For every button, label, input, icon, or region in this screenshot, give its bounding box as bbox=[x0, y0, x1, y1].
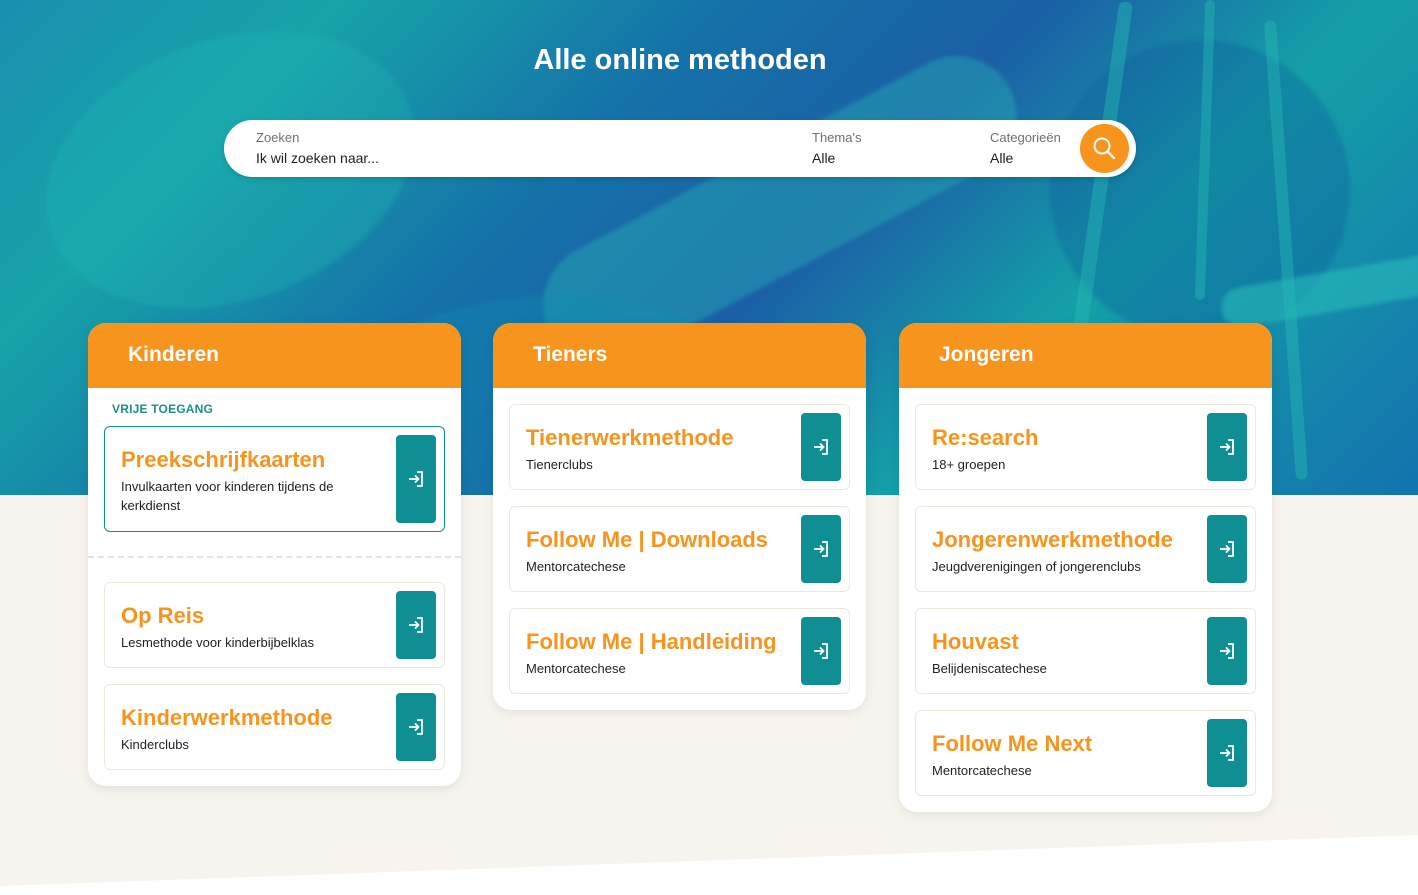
open-button[interactable] bbox=[1207, 719, 1247, 787]
card-title: Preekschrijfkaarten bbox=[121, 447, 326, 472]
card-title: Re:search bbox=[932, 425, 1039, 450]
column-header: Tieners bbox=[493, 323, 866, 388]
open-button[interactable] bbox=[396, 591, 436, 659]
card-subtitle: Jeugdverenigingen of jongerenclubs bbox=[932, 559, 1141, 574]
login-icon bbox=[409, 471, 423, 487]
category-select[interactable]: Categorieën Alle bbox=[990, 130, 1090, 166]
column-title: Kinderen bbox=[128, 343, 220, 366]
theme-value[interactable]: Alle bbox=[812, 150, 962, 166]
column-kinderen: Kinderen VRIJE TOEGANG Preekschrijfkaart… bbox=[88, 323, 461, 786]
login-icon bbox=[1220, 745, 1234, 761]
login-icon bbox=[814, 541, 828, 557]
card-subtitle: Mentorcatechese bbox=[526, 661, 626, 676]
search-input[interactable]: Ik wil zoeken naar... bbox=[256, 150, 776, 166]
login-icon bbox=[409, 617, 423, 633]
card-title: Follow Me | Downloads bbox=[526, 527, 769, 552]
open-button[interactable] bbox=[801, 617, 841, 685]
method-card-research[interactable]: Re:search 18+ groepen bbox=[915, 404, 1256, 490]
login-icon bbox=[1220, 439, 1234, 455]
card-title: Houvast bbox=[932, 629, 1019, 654]
search-label: Zoeken bbox=[256, 130, 300, 145]
method-card-preekschrijfkaarten[interactable]: Preekschrijfkaarten Invulkaarten voor ki… bbox=[104, 426, 445, 532]
theme-label: Thema's bbox=[812, 130, 862, 145]
card-subtitle: Invulkaarten voor kinderen tijdens de ke… bbox=[121, 479, 334, 513]
category-label: Categorieën bbox=[990, 130, 1061, 145]
column-jongeren: Jongeren Re:search 18+ groepen Jongerenw… bbox=[899, 323, 1272, 812]
card-subtitle: Lesmethode voor kinderbijbelklas bbox=[121, 635, 314, 650]
card-title: Op Reis bbox=[121, 603, 205, 628]
column-title: Tieners bbox=[533, 343, 608, 366]
method-card-follow-me-handleiding[interactable]: Follow Me | Handleiding Mentorcatechese bbox=[509, 608, 850, 694]
search-button[interactable] bbox=[1080, 124, 1129, 173]
column-title: Jongeren bbox=[939, 343, 1034, 366]
divider bbox=[88, 556, 461, 558]
free-access-label: VRIJE TOEGANG bbox=[112, 402, 214, 416]
open-button[interactable] bbox=[1207, 515, 1247, 583]
card-title: Follow Me | Handleiding bbox=[526, 629, 777, 654]
search-bar: Zoeken Ik wil zoeken naar... Thema's All… bbox=[224, 120, 1136, 177]
open-button[interactable] bbox=[801, 515, 841, 583]
method-card-follow-me-downloads[interactable]: Follow Me | Downloads Mentorcatechese bbox=[509, 506, 850, 592]
method-card-jongerenwerkmethode[interactable]: Jongerenwerkmethode Jeugdverenigingen of… bbox=[915, 506, 1256, 592]
card-title: Tienerwerkmethode bbox=[526, 425, 734, 450]
search-field[interactable]: Zoeken Ik wil zoeken naar... bbox=[256, 130, 776, 166]
card-subtitle: Belijdeniscatechese bbox=[932, 661, 1047, 676]
card-subtitle: Tienerclubs bbox=[526, 457, 593, 472]
method-card-houvast[interactable]: Houvast Belijdeniscatechese bbox=[915, 608, 1256, 694]
column-tieners: Tieners Tienerwerkmethode Tienerclubs Fo… bbox=[493, 323, 866, 710]
open-button[interactable] bbox=[1207, 413, 1247, 481]
open-button[interactable] bbox=[396, 693, 436, 761]
login-icon bbox=[814, 439, 828, 455]
method-card-kinderwerkmethode[interactable]: Kinderwerkmethode Kinderclubs bbox=[104, 684, 445, 770]
login-icon bbox=[1220, 643, 1234, 659]
method-card-op-reis[interactable]: Op Reis Lesmethode voor kinderbijbelklas bbox=[104, 582, 445, 668]
bottom-wave bbox=[0, 835, 1418, 895]
card-title: Kinderwerkmethode bbox=[121, 705, 333, 730]
login-icon bbox=[409, 719, 423, 735]
card-title: Follow Me Next bbox=[932, 731, 1093, 756]
column-header: Kinderen bbox=[88, 323, 461, 388]
method-card-follow-me-next[interactable]: Follow Me Next Mentorcatechese bbox=[915, 710, 1256, 796]
login-icon bbox=[1220, 541, 1234, 557]
page-title: Alle online methoden bbox=[533, 44, 827, 76]
open-button[interactable] bbox=[396, 435, 436, 523]
card-title: Jongerenwerkmethode bbox=[932, 527, 1173, 552]
theme-select[interactable]: Thema's Alle bbox=[812, 130, 962, 166]
card-subtitle: Mentorcatechese bbox=[932, 763, 1032, 778]
card-subtitle: 18+ groepen bbox=[932, 457, 1006, 472]
column-header: Jongeren bbox=[899, 323, 1272, 388]
category-value[interactable]: Alle bbox=[990, 150, 1090, 166]
card-subtitle: Mentorcatechese bbox=[526, 559, 626, 574]
card-subtitle: Kinderclubs bbox=[121, 737, 189, 752]
method-card-tienerwerkmethode[interactable]: Tienerwerkmethode Tienerclubs bbox=[509, 404, 850, 490]
login-icon bbox=[814, 643, 828, 659]
search-icon bbox=[1093, 137, 1116, 160]
open-button[interactable] bbox=[1207, 617, 1247, 685]
open-button[interactable] bbox=[801, 413, 841, 481]
